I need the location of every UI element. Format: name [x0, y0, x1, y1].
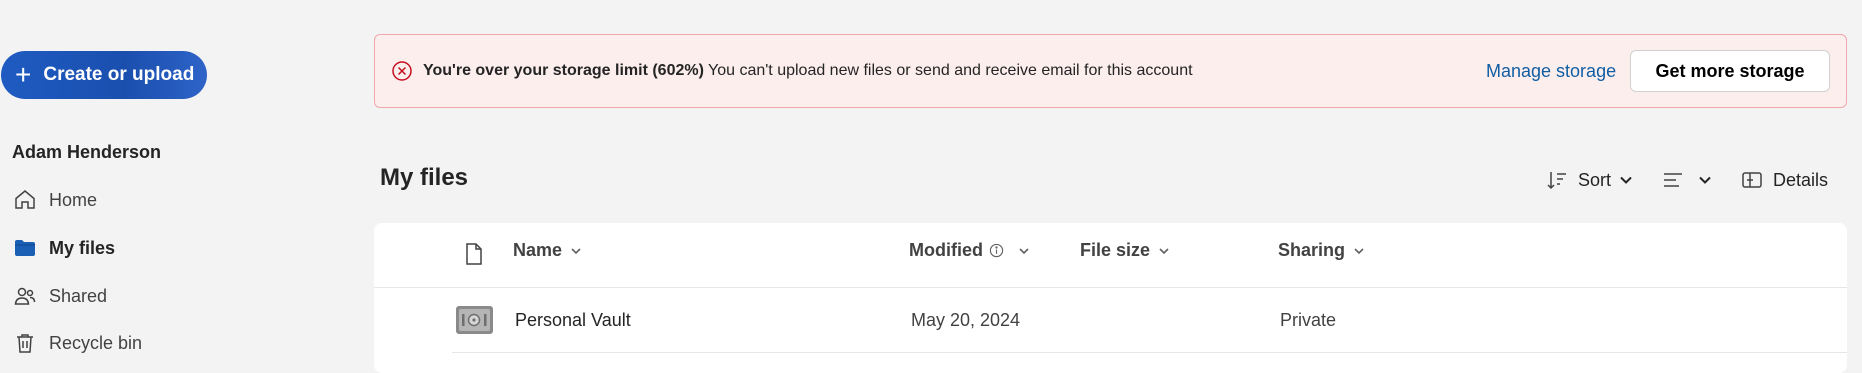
column-header-label: File size: [1080, 240, 1151, 260]
list-view-icon: [1664, 173, 1682, 187]
create-or-upload-button[interactable]: + Create or upload: [1, 51, 207, 99]
error-icon: [392, 61, 412, 81]
details-label: Details: [1773, 169, 1829, 190]
info-icon: [989, 243, 1004, 258]
header-divider: [374, 287, 1847, 288]
page-title: My files: [380, 164, 469, 191]
chevron-down-icon: [1159, 247, 1169, 254]
sidebar-item-home[interactable]: Home: [13, 183, 313, 217]
sidebar-item-label: My files: [49, 237, 116, 258]
banner-title: You're over your storage limit (602%): [423, 62, 704, 79]
column-header-sharing[interactable]: Sharing: [1278, 240, 1365, 261]
column-header-label: Sharing: [1278, 240, 1346, 260]
file-list: Name Modified File size Sharing Personal…: [374, 223, 1847, 373]
sidebar-item-my-files[interactable]: My files: [13, 231, 313, 265]
sidebar-item-label: Home: [49, 189, 98, 210]
people-icon: [14, 287, 36, 305]
create-or-upload-label: Create or upload: [43, 64, 195, 85]
manage-storage-link[interactable]: Manage storage: [1486, 61, 1616, 82]
column-header-name[interactable]: Name: [513, 240, 582, 261]
sidebar-item-label: Shared: [49, 285, 108, 306]
details-pane-icon: [1742, 172, 1762, 188]
file-name[interactable]: Personal Vault: [515, 310, 631, 331]
view-options-button[interactable]: [1662, 165, 1712, 195]
row-divider: [452, 352, 1847, 353]
column-header-label: Name: [513, 240, 563, 260]
sidebar-item-shared[interactable]: Shared: [13, 279, 313, 313]
sort-icon: [1547, 172, 1566, 190]
storage-limit-banner: You're over your storage limit (602%) Yo…: [374, 34, 1847, 108]
sidebar-item-recycle-bin[interactable]: Recycle bin: [13, 326, 313, 360]
chevron-down-icon: [1699, 176, 1711, 184]
get-more-storage-button[interactable]: Get more storage: [1630, 50, 1830, 92]
home-icon: [15, 190, 35, 209]
plus-icon: +: [15, 59, 32, 90]
column-header-file-size[interactable]: File size: [1080, 240, 1170, 261]
file-modified: May 20, 2024: [911, 310, 1021, 330]
sidebar-item-label: Recycle bin: [49, 332, 143, 353]
chevron-down-icon: [571, 247, 581, 254]
details-button[interactable]: Details: [1741, 165, 1828, 195]
chevron-down-icon: [1019, 247, 1029, 254]
file-sharing: Private: [1280, 310, 1337, 330]
file-type-icon: [466, 243, 482, 265]
folder-icon: [15, 240, 35, 256]
chevron-down-icon: [1354, 247, 1364, 254]
sort-button[interactable]: Sort: [1546, 165, 1633, 195]
sort-label: Sort: [1578, 169, 1612, 190]
banner-message: You can't upload new files or send and r…: [708, 62, 1193, 79]
chevron-down-icon: [1620, 176, 1632, 184]
user-name: Adam Henderson: [12, 142, 162, 162]
trash-icon: [17, 334, 33, 353]
column-header-modified[interactable]: Modified: [909, 240, 1030, 261]
vault-icon: [456, 306, 493, 334]
column-header-label: Modified: [909, 240, 983, 260]
